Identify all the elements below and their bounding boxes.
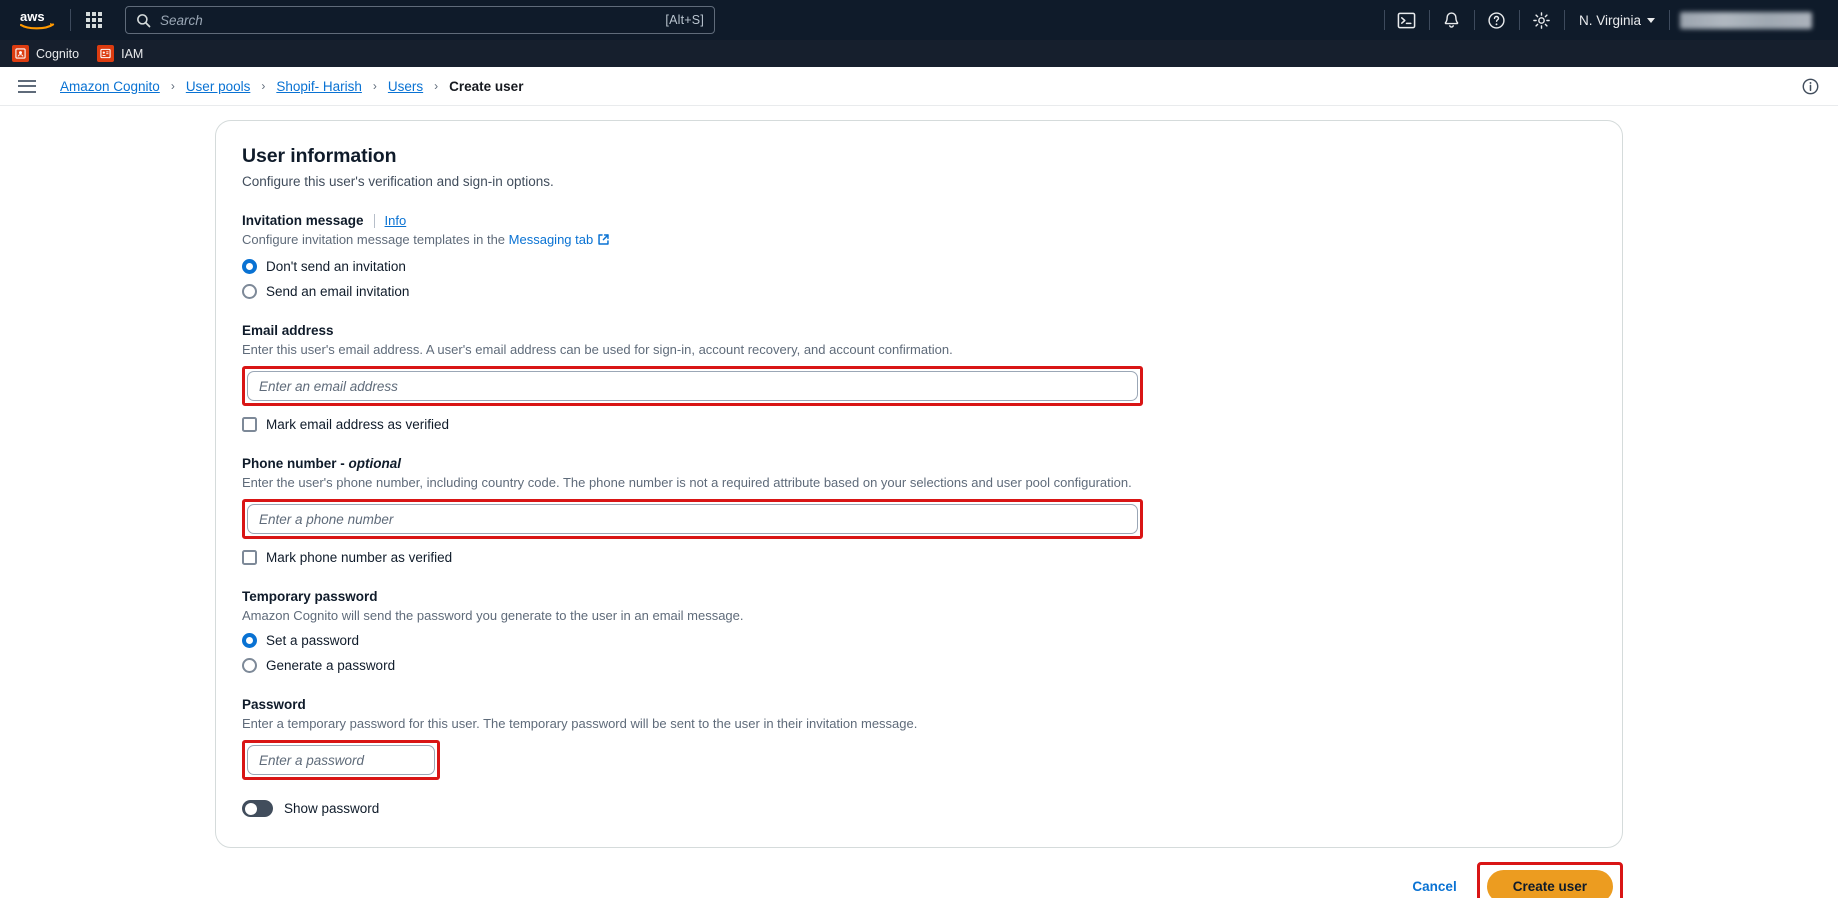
temporary-password-description: Amazon Cognito will send the password yo… <box>242 608 744 623</box>
radio-unselected-icon <box>242 658 257 673</box>
service-shortcut-label: Cognito <box>36 46 80 61</box>
breadcrumb-item-user-pools[interactable]: User pools <box>186 79 251 94</box>
breadcrumb-item-create-user: Create user <box>449 78 524 94</box>
app-grid-icon[interactable] <box>77 3 111 37</box>
phone-number-label: Phone number - optional <box>242 456 1596 471</box>
global-search-box[interactable]: [Alt+S] <box>125 6 715 34</box>
radio-selected-icon <box>242 259 257 274</box>
content-column: User information Configure this user's v… <box>215 106 1623 898</box>
page-title: User information <box>242 145 397 167</box>
form-actions: Cancel Create user <box>215 848 1623 898</box>
region-label: N. Virginia <box>1578 12 1641 28</box>
password-highlight-box <box>242 740 440 780</box>
label-divider <box>373 213 375 228</box>
aws-logo[interactable]: aws <box>12 9 64 31</box>
account-menu[interactable] <box>1680 11 1812 29</box>
page-content: User information Configure this user's v… <box>0 106 1838 898</box>
password-label: Password <box>242 697 306 712</box>
create-user-button[interactable]: Create user <box>1486 870 1613 898</box>
password-field-block: Password Enter a temporary password for … <box>242 697 1596 817</box>
checkbox-label: Mark phone number as verified <box>266 550 453 565</box>
aws-top-navigation: aws [Alt+S] <box>0 0 1838 40</box>
cancel-button[interactable]: Cancel <box>1398 871 1470 898</box>
service-shortcut-iam[interactable]: IAM <box>97 45 143 62</box>
email-field[interactable] <box>247 371 1138 401</box>
invitation-description-prefix: Configure invitation message templates i… <box>242 232 509 247</box>
messaging-tab-link[interactable]: Messaging tab <box>509 232 594 247</box>
email-address-description: Enter this user's email address. A user'… <box>242 342 953 357</box>
checkbox-mark-phone-verified[interactable]: Mark phone number as verified <box>242 550 1596 565</box>
show-password-toggle[interactable]: Show password <box>242 800 1596 817</box>
search-icon <box>137 13 151 27</box>
breadcrumb-item-users[interactable]: Users <box>388 79 423 94</box>
toggle-off-icon <box>242 800 273 817</box>
phone-optional-text: optional <box>348 456 402 471</box>
breadcrumb-item-shopif-harish[interactable]: Shopif- Harish <box>276 79 362 94</box>
radio-dont-send-invitation[interactable]: Don't send an invitation <box>242 259 1596 274</box>
search-shortcut-hint: [Alt+S] <box>665 13 704 27</box>
password-description: Enter a temporary password for this user… <box>242 716 918 731</box>
create-user-highlight-box: Create user <box>1476 862 1623 898</box>
gear-icon[interactable] <box>1520 0 1564 40</box>
email-address-label: Email address <box>242 323 334 338</box>
hamburger-menu-icon[interactable] <box>18 79 44 93</box>
top-nav-right-cluster: N. Virginia <box>1383 0 1826 40</box>
radio-label: Generate a password <box>266 658 396 673</box>
page-subtitle: Configure this user's verification and s… <box>242 174 554 189</box>
user-information-card: User information Configure this user's v… <box>215 120 1623 848</box>
temporary-password-field: Temporary password Amazon Cognito will s… <box>242 589 1596 673</box>
checkbox-label: Mark email address as verified <box>266 417 450 432</box>
checkbox-unchecked-icon <box>242 550 257 565</box>
search-input[interactable] <box>160 12 666 28</box>
question-circle-icon[interactable] <box>1475 0 1519 40</box>
radio-generate-a-password[interactable]: Generate a password <box>242 658 1596 673</box>
breadcrumb: Amazon Cognito › User pools › Shopif- Ha… <box>60 79 523 94</box>
phone-label-text: Phone number - <box>242 456 349 471</box>
email-highlight-box <box>242 366 1143 406</box>
info-circle-icon[interactable] <box>1801 77 1820 96</box>
invitation-message-field: Invitation message Info Configure invita… <box>242 213 1596 299</box>
radio-send-email-invitation[interactable]: Send an email invitation <box>242 284 1596 299</box>
breadcrumb-separator: › <box>372 79 377 93</box>
svg-text:aws: aws <box>20 9 45 24</box>
show-password-label: Show password <box>284 801 380 816</box>
nav-divider <box>70 9 71 31</box>
checkbox-unchecked-icon <box>242 417 257 432</box>
radio-unselected-icon <box>242 284 257 299</box>
phone-number-field: Phone number - optional Enter the user's… <box>242 456 1596 565</box>
breadcrumb-bar: Amazon Cognito › User pools › Shopif- Ha… <box>0 67 1838 106</box>
radio-selected-icon <box>242 633 257 648</box>
invitation-message-description: Configure invitation message templates i… <box>242 232 1596 249</box>
chevron-down-icon <box>1647 17 1655 23</box>
radio-label: Send an email invitation <box>266 284 410 299</box>
phone-highlight-box <box>242 499 1143 539</box>
breadcrumb-item-amazon-cognito[interactable]: Amazon Cognito <box>60 79 160 94</box>
cognito-service-icon <box>12 45 29 62</box>
breadcrumb-separator: › <box>261 79 266 93</box>
external-link-icon <box>597 233 610 249</box>
service-shortcut-label: IAM <box>121 46 144 61</box>
radio-label: Set a password <box>266 633 360 648</box>
radio-set-a-password[interactable]: Set a password <box>242 633 1596 648</box>
service-favorites-bar: Cognito IAM <box>0 40 1838 67</box>
bell-icon[interactable] <box>1430 0 1474 40</box>
nav-divider <box>1669 10 1670 30</box>
region-selector[interactable]: N. Virginia <box>1565 0 1669 40</box>
invitation-message-label-row: Invitation message Info <box>242 213 1596 228</box>
phone-field[interactable] <box>247 504 1138 534</box>
radio-label: Don't send an invitation <box>266 259 406 274</box>
checkbox-mark-email-verified[interactable]: Mark email address as verified <box>242 417 1596 432</box>
breadcrumb-separator: › <box>170 79 175 93</box>
breadcrumb-separator: › <box>434 79 439 93</box>
temporary-password-label: Temporary password <box>242 589 378 604</box>
phone-number-description: Enter the user's phone number, including… <box>242 475 1132 490</box>
password-field[interactable] <box>247 745 435 775</box>
invitation-info-link[interactable]: Info <box>385 213 407 228</box>
service-shortcut-cognito[interactable]: Cognito <box>12 45 79 62</box>
iam-service-icon <box>97 45 115 62</box>
cloudshell-terminal-icon[interactable] <box>1385 0 1429 40</box>
email-address-field: Email address Enter this user's email ad… <box>242 323 1596 432</box>
invitation-message-label: Invitation message <box>242 213 364 228</box>
